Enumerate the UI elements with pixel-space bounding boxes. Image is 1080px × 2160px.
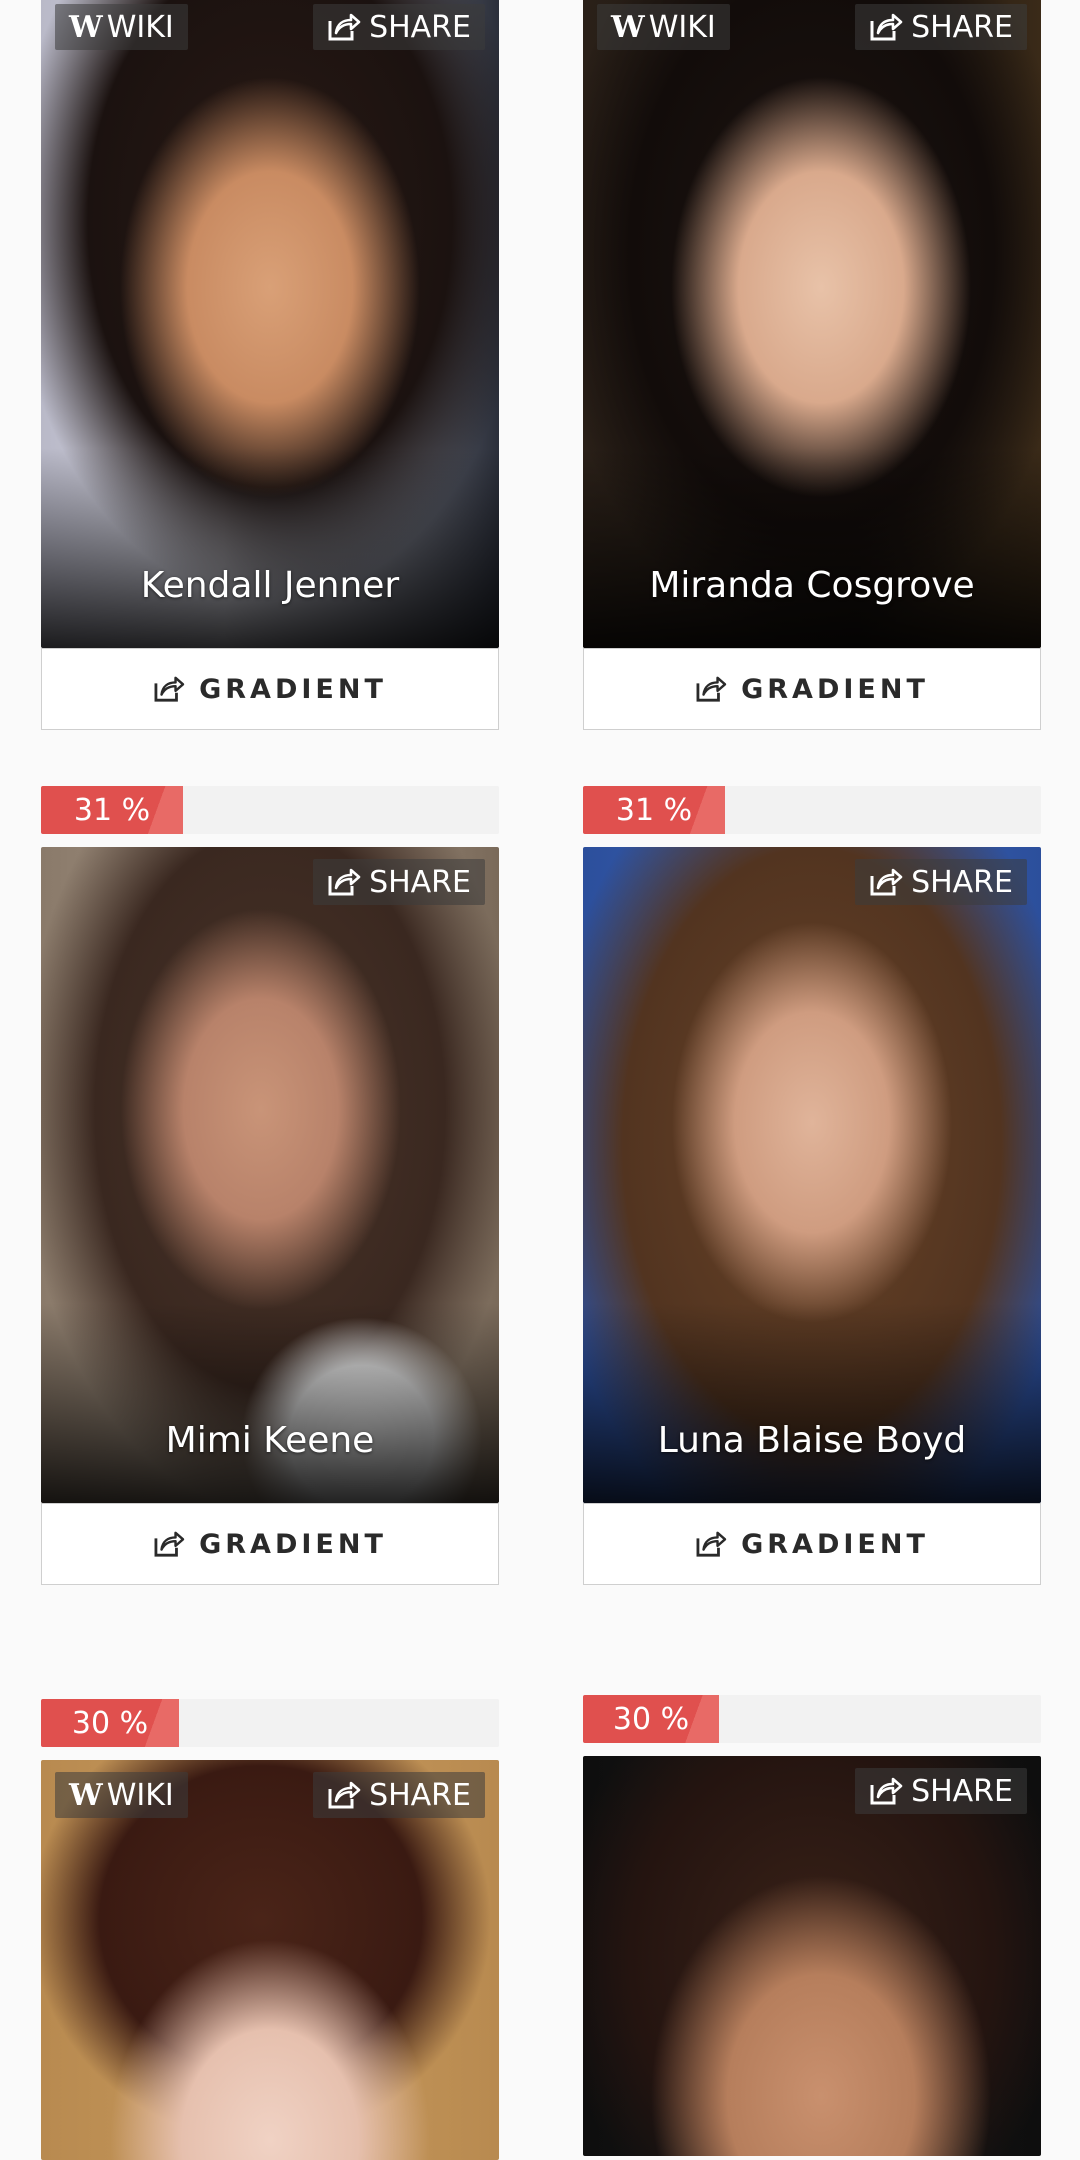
share-button[interactable]: SHARE: [855, 859, 1027, 905]
person-photo[interactable]: SHARE: [583, 1756, 1041, 2156]
match-percent: 30 %: [71, 1705, 149, 1741]
gradient-button[interactable]: GRADIENT: [583, 1503, 1041, 1585]
share-arrow-icon: [153, 675, 185, 703]
photo-image: [41, 1760, 499, 2160]
person-name: Mimi Keene: [165, 1420, 375, 1461]
wiki-button[interactable]: W WIKI: [55, 1772, 188, 1818]
share-arrow-icon: [695, 1530, 727, 1558]
gradient-button[interactable]: GRADIENT: [41, 648, 499, 730]
match-progress-bar: 31 %: [583, 786, 1041, 834]
photo-image: [583, 1756, 1041, 2156]
progress-fill: 30 %: [583, 1695, 719, 1743]
person-photo[interactable]: W WIKI SHARE Kendall Jenner: [41, 0, 499, 648]
share-arrow-icon: [327, 12, 361, 42]
gradient-label: GRADIENT: [741, 673, 929, 705]
share-arrow-icon: [869, 12, 903, 42]
gradient-button[interactable]: GRADIENT: [41, 1503, 499, 1585]
share-arrow-icon: [153, 1530, 185, 1558]
match-percent: 31 %: [615, 792, 693, 828]
person-name: Kendall Jenner: [140, 565, 400, 606]
wiki-label: WIKI: [106, 9, 174, 45]
share-label: SHARE: [369, 9, 471, 45]
match-progress-bar: 30 %: [583, 1695, 1041, 1743]
share-arrow-icon: [869, 867, 903, 897]
match-progress-bar: 31 %: [41, 786, 499, 834]
share-label: SHARE: [911, 1773, 1013, 1809]
gradient-label: GRADIENT: [741, 1528, 929, 1560]
name-shade: [41, 448, 499, 648]
name-shade: [583, 1303, 1041, 1503]
share-label: SHARE: [369, 864, 471, 900]
person-photo[interactable]: W WIKI SHARE Miranda Cosgrove: [583, 0, 1041, 648]
wiki-label: WIKI: [106, 1777, 174, 1813]
share-label: SHARE: [369, 1777, 471, 1813]
share-arrow-icon: [695, 675, 727, 703]
share-label: SHARE: [911, 9, 1013, 45]
wikipedia-w-icon: W: [611, 9, 645, 45]
share-label: SHARE: [911, 864, 1013, 900]
name-shade: [41, 1303, 499, 1503]
wikipedia-w-icon: W: [69, 1777, 103, 1813]
wiki-button[interactable]: W WIKI: [55, 4, 188, 50]
wiki-button[interactable]: W WIKI: [597, 4, 730, 50]
gradient-label: GRADIENT: [199, 673, 387, 705]
match-percent: 30 %: [612, 1701, 690, 1737]
match-percent: 31 %: [73, 792, 151, 828]
gradient-button[interactable]: GRADIENT: [583, 648, 1041, 730]
progress-fill: 30 %: [41, 1699, 179, 1747]
share-button[interactable]: SHARE: [855, 1768, 1027, 1814]
progress-fill: 31 %: [41, 786, 183, 834]
share-button[interactable]: SHARE: [855, 4, 1027, 50]
gradient-label: GRADIENT: [199, 1528, 387, 1560]
share-button[interactable]: SHARE: [313, 4, 485, 50]
person-photo[interactable]: SHARE Luna Blaise Boyd: [583, 847, 1041, 1503]
share-arrow-icon: [327, 1780, 361, 1810]
share-button[interactable]: SHARE: [313, 1772, 485, 1818]
share-button[interactable]: SHARE: [313, 859, 485, 905]
person-photo[interactable]: SHARE Mimi Keene: [41, 847, 499, 1503]
person-photo[interactable]: W WIKI SHARE: [41, 1760, 499, 2160]
person-name: Luna Blaise Boyd: [657, 1420, 967, 1461]
wiki-label: WIKI: [648, 9, 716, 45]
match-progress-bar: 30 %: [41, 1699, 499, 1747]
share-arrow-icon: [327, 867, 361, 897]
progress-fill: 31 %: [583, 786, 725, 834]
share-arrow-icon: [869, 1776, 903, 1806]
person-name: Miranda Cosgrove: [649, 565, 975, 606]
wikipedia-w-icon: W: [69, 9, 103, 45]
name-shade: [583, 448, 1041, 648]
